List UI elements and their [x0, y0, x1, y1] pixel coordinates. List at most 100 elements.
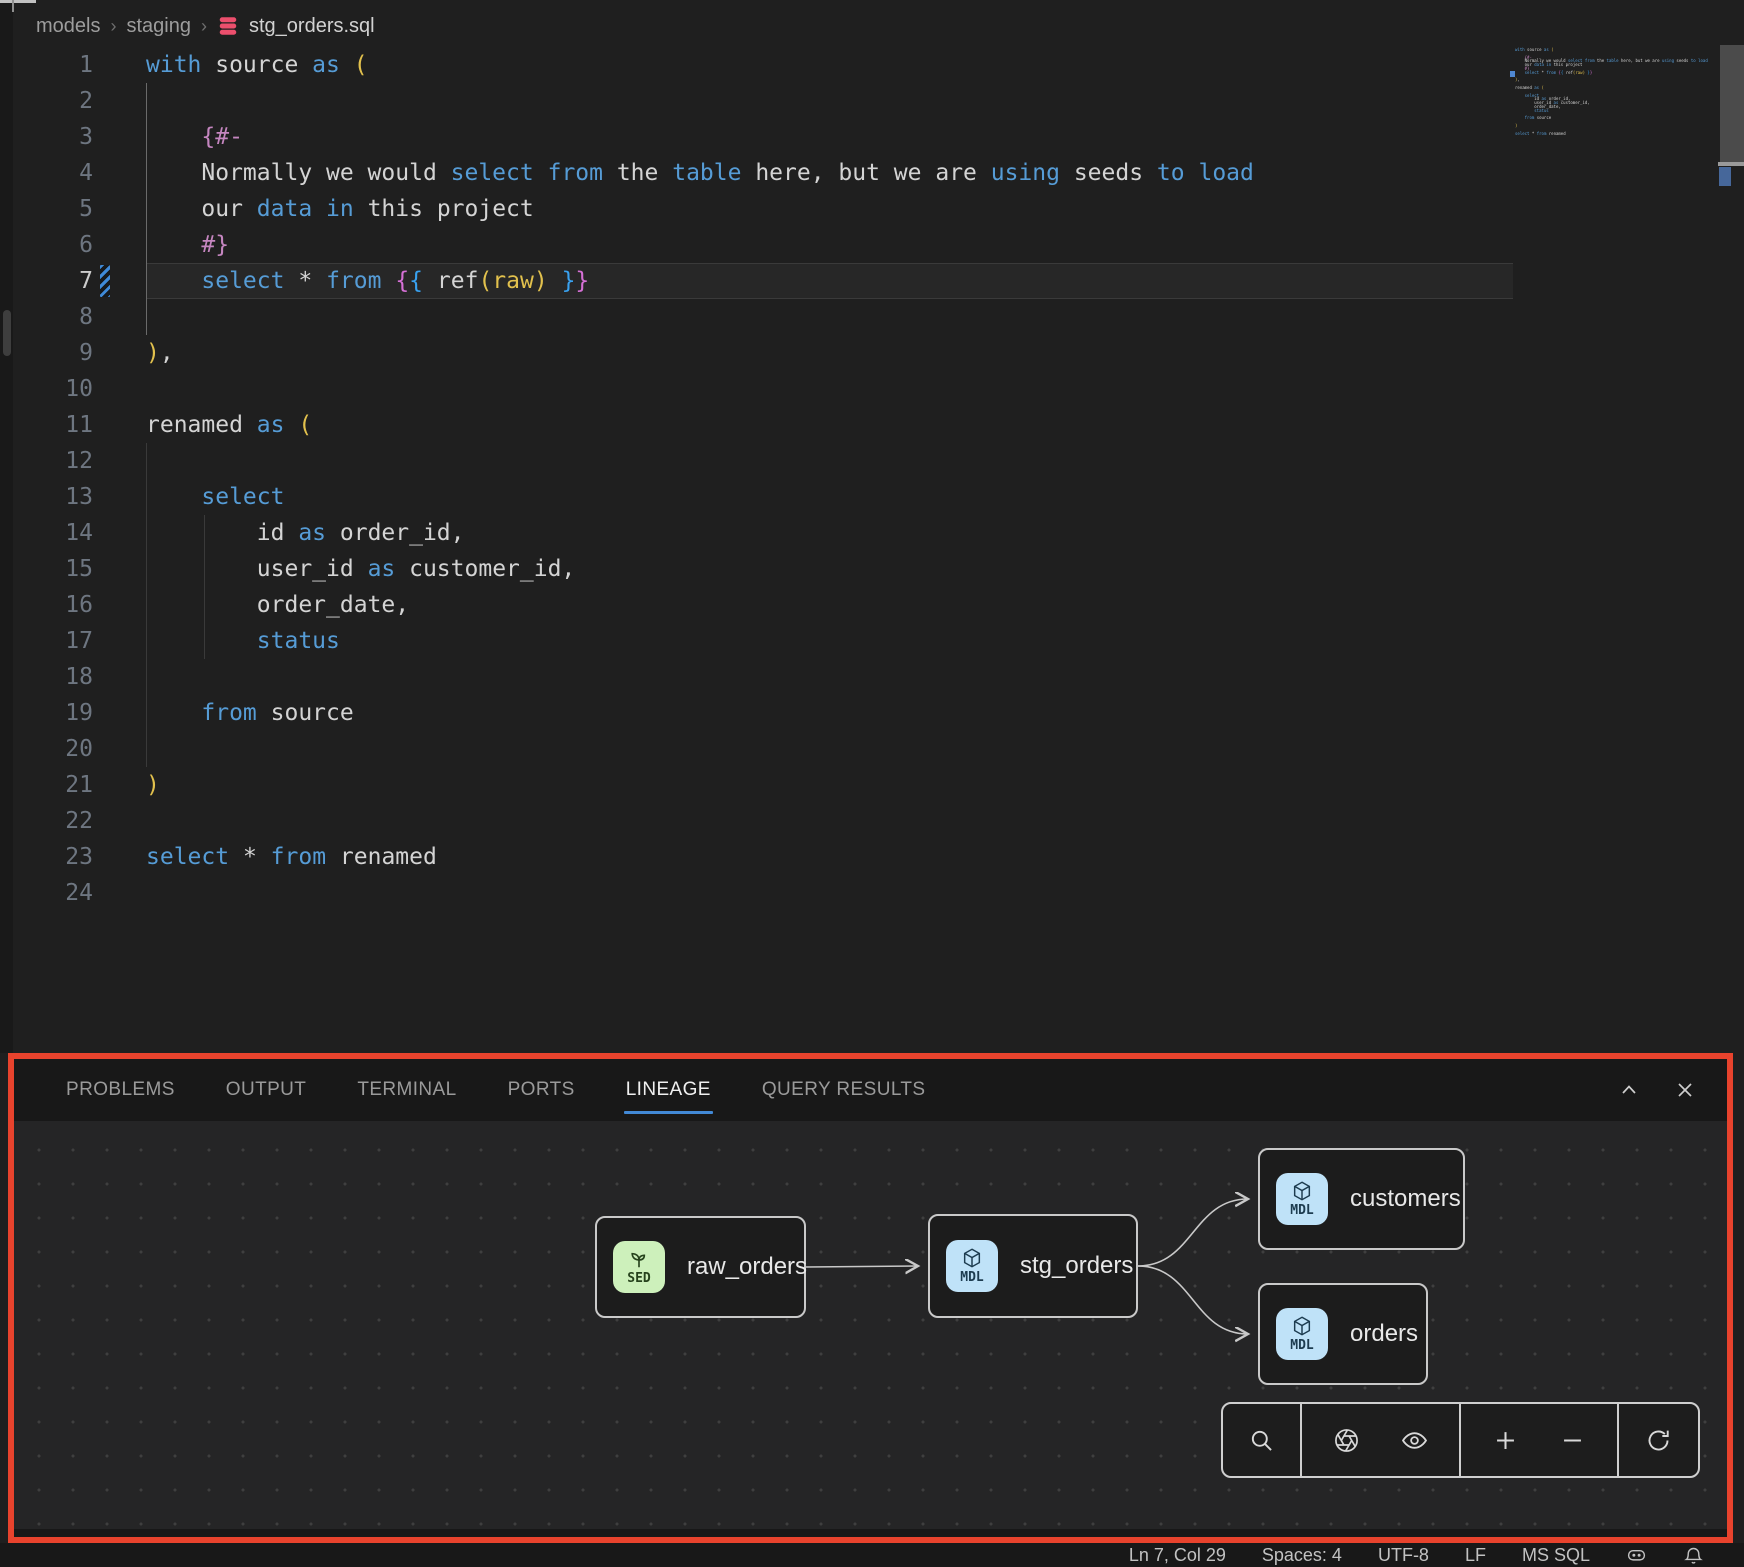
- code-line[interactable]: 9 ),: [0, 335, 1744, 371]
- code-line[interactable]: 1 with source as (: [0, 47, 1744, 83]
- line-number[interactable]: 20: [0, 731, 146, 767]
- line-number[interactable]: 15: [0, 551, 146, 587]
- chevron-up-icon[interactable]: [1617, 1078, 1641, 1102]
- line-number[interactable]: 2: [0, 83, 146, 119]
- status-item-ms[interactable]: MS SQL: [1522, 1545, 1590, 1566]
- code-line-content[interactable]: renamed as (: [146, 407, 1513, 443]
- code-line-content[interactable]: status: [146, 623, 1513, 659]
- status-item-spaces[interactable]: Spaces: 4: [1262, 1545, 1342, 1566]
- lineage-node-raw_orders[interactable]: SED raw_orders: [595, 1216, 806, 1318]
- code-line-content[interactable]: Normally we would select from the table …: [146, 155, 1513, 191]
- breadcrumb-file[interactable]: stg_orders.sql: [249, 15, 375, 38]
- code-line-content[interactable]: ): [146, 767, 1513, 803]
- minimap[interactable]: with source as ( {#- Normally we would s…: [1515, 48, 1695, 139]
- line-number[interactable]: 18: [0, 659, 146, 695]
- code-line-content[interactable]: order_date,: [146, 587, 1513, 623]
- line-number[interactable]: 4: [0, 155, 146, 191]
- panel-tab-lineage[interactable]: LINEAGE: [624, 1075, 713, 1105]
- code-line[interactable]: 22: [0, 803, 1744, 839]
- code-line-content[interactable]: id as order_id,: [146, 515, 1513, 551]
- code-line-content[interactable]: [146, 83, 1513, 119]
- code-line[interactable]: 4 Normally we would select from the tabl…: [0, 155, 1744, 191]
- eye-button[interactable]: [1391, 1417, 1437, 1463]
- line-number[interactable]: 12: [0, 443, 146, 479]
- code-line-content[interactable]: from source: [146, 695, 1513, 731]
- lineage-node-stg_orders[interactable]: MDL stg_orders: [928, 1214, 1138, 1318]
- code-line-content[interactable]: ),: [146, 335, 1513, 371]
- line-number[interactable]: 13: [0, 479, 146, 515]
- line-number[interactable]: 14: [0, 515, 146, 551]
- code-line[interactable]: 6 #}: [0, 227, 1744, 263]
- lineage-node-customers[interactable]: MDL customers: [1258, 1148, 1465, 1250]
- line-number[interactable]: 1: [0, 47, 146, 83]
- code-line[interactable]: 20: [0, 731, 1744, 767]
- panel-tab-problems[interactable]: PROBLEMS: [64, 1075, 177, 1105]
- code-line-content[interactable]: [146, 803, 1513, 839]
- code-line-content[interactable]: {#-: [146, 119, 1513, 155]
- aperture-button[interactable]: [1324, 1417, 1370, 1463]
- line-number[interactable]: 3: [0, 119, 146, 155]
- breadcrumb[interactable]: models ›staging › stg_orders.sql: [36, 10, 375, 42]
- code-line[interactable]: 19 from source: [0, 695, 1744, 731]
- code-line[interactable]: 23 select * from renamed: [0, 839, 1744, 875]
- code-line-content[interactable]: [146, 875, 1513, 911]
- code-line[interactable]: 15 user_id as customer_id,: [0, 551, 1744, 587]
- panel-tab-output[interactable]: OUTPUT: [224, 1075, 309, 1105]
- lineage-canvas[interactable]: SED raw_orders MDL stg_orders MDL custom…: [14, 1121, 1727, 1529]
- code-line[interactable]: 5 our data in this project: [0, 191, 1744, 227]
- refresh-button[interactable]: [1635, 1417, 1681, 1463]
- line-number[interactable]: 8: [0, 299, 146, 335]
- code-line[interactable]: 8: [0, 299, 1744, 335]
- line-number[interactable]: 7: [0, 263, 146, 299]
- code-editor[interactable]: 1 with source as (2 3 {#-4 Normally we w…: [0, 47, 1744, 911]
- code-line[interactable]: 13 select: [0, 479, 1744, 515]
- code-line[interactable]: 11 renamed as (: [0, 407, 1744, 443]
- code-line-content[interactable]: our data in this project: [146, 191, 1513, 227]
- breadcrumb-segment[interactable]: staging: [126, 15, 191, 38]
- line-number[interactable]: 24: [0, 875, 146, 911]
- line-number[interactable]: 16: [0, 587, 146, 623]
- line-number[interactable]: 17: [0, 623, 146, 659]
- lineage-node-orders[interactable]: MDL orders: [1258, 1283, 1428, 1385]
- code-line-content[interactable]: [146, 731, 1513, 767]
- minus-button[interactable]: [1549, 1417, 1595, 1463]
- line-number[interactable]: 11: [0, 407, 146, 443]
- code-line-content[interactable]: with source as (: [146, 47, 1513, 83]
- code-line-content[interactable]: [146, 371, 1513, 407]
- line-number[interactable]: 23: [0, 839, 146, 875]
- close-icon[interactable]: [1673, 1078, 1697, 1102]
- code-line[interactable]: 14 id as order_id,: [0, 515, 1744, 551]
- breadcrumb-segment[interactable]: models: [36, 15, 100, 38]
- editor-scrollbar-thumb[interactable]: [1720, 45, 1744, 162]
- line-number[interactable]: 6: [0, 227, 146, 263]
- status-item-ln[interactable]: Ln 7, Col 29: [1129, 1545, 1226, 1566]
- code-line[interactable]: 3 {#-: [0, 119, 1744, 155]
- code-line-content[interactable]: #}: [146, 227, 1513, 263]
- code-line-content[interactable]: select * from renamed: [146, 839, 1513, 875]
- code-line[interactable]: 12: [0, 443, 1744, 479]
- code-line[interactable]: 18: [0, 659, 1744, 695]
- code-line[interactable]: 24: [0, 875, 1744, 911]
- bell-icon[interactable]: [1683, 1545, 1704, 1566]
- line-number[interactable]: 21: [0, 767, 146, 803]
- line-number[interactable]: 19: [0, 695, 146, 731]
- code-line[interactable]: 7 select * from {{ ref(raw) }}: [0, 263, 1744, 299]
- status-item-lf[interactable]: LF: [1465, 1545, 1486, 1566]
- code-line[interactable]: 21 ): [0, 767, 1744, 803]
- code-line[interactable]: 16 order_date,: [0, 587, 1744, 623]
- code-line-content[interactable]: [146, 659, 1513, 695]
- code-line[interactable]: 10: [0, 371, 1744, 407]
- code-line-content[interactable]: select: [146, 479, 1513, 515]
- panel-tab-terminal[interactable]: TERMINAL: [355, 1075, 458, 1105]
- line-number[interactable]: 10: [0, 371, 146, 407]
- code-line-content[interactable]: select * from {{ ref(raw) }}: [146, 263, 1513, 299]
- code-line-content[interactable]: [146, 299, 1513, 335]
- search-button[interactable]: [1239, 1417, 1285, 1463]
- code-line-content[interactable]: [146, 443, 1513, 479]
- code-line[interactable]: 17 status: [0, 623, 1744, 659]
- status-item-utf-8[interactable]: UTF-8: [1378, 1545, 1429, 1566]
- panel-tab-query-results[interactable]: QUERY RESULTS: [760, 1075, 928, 1105]
- code-line-content[interactable]: user_id as customer_id,: [146, 551, 1513, 587]
- plus-button[interactable]: [1482, 1417, 1528, 1463]
- line-number[interactable]: 22: [0, 803, 146, 839]
